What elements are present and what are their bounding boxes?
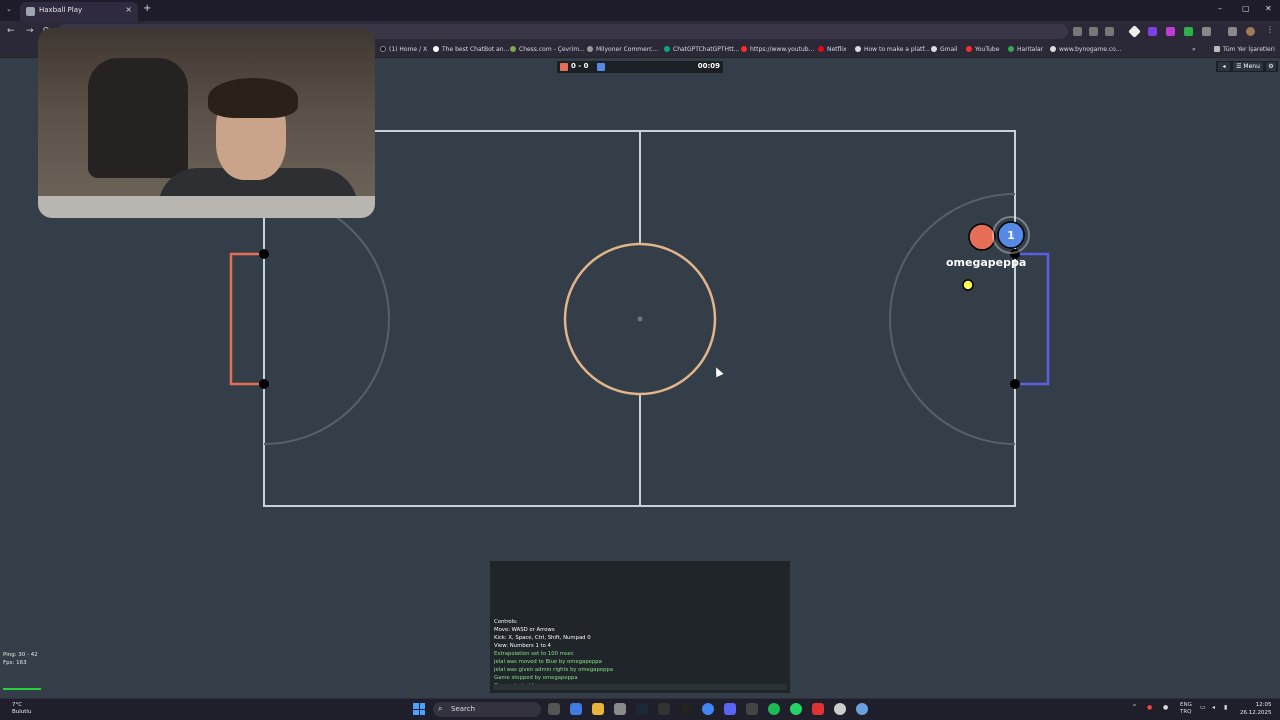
chat-message: Controls:	[494, 619, 518, 625]
tray-overflow-icon[interactable]: ^	[1132, 704, 1137, 711]
chat-message: Move: WASD or Arrows	[494, 627, 555, 633]
battery-icon[interactable]: ▮	[1224, 704, 1227, 711]
game-menu-bar: ◂ ☰ Menu ⚙	[1216, 61, 1278, 72]
discord-icon[interactable]	[724, 703, 736, 715]
app-icon[interactable]	[834, 703, 846, 715]
app-icon[interactable]	[614, 703, 626, 715]
app-icon[interactable]	[570, 703, 582, 715]
chat-message: Kick: X, Space, Ctrl, Shift, Numpad 0	[494, 635, 591, 641]
webcam-person-hair	[208, 78, 298, 118]
app-icon[interactable]	[746, 703, 758, 715]
system-clock[interactable]: 12:05 26.12.2025	[1240, 701, 1272, 717]
game-timer: 00:09	[697, 62, 720, 70]
lang-secondary: TRQ	[1180, 709, 1192, 715]
chat-log: Controls: Move: WASD or Arrows Kick: X, Sp…	[494, 618, 613, 690]
network-icon[interactable]: ▭	[1200, 704, 1206, 711]
scoreboard: 0 - 0 00:09	[557, 61, 723, 73]
chat-panel: Controls: Move: WASD or Arrows Kick: X, Sp…	[490, 561, 790, 693]
app-icon[interactable]	[680, 703, 692, 715]
whatsapp-icon[interactable]	[790, 703, 802, 715]
start-button[interactable]	[413, 703, 425, 715]
steam-icon[interactable]	[636, 703, 648, 715]
volume-icon[interactable]: ◂	[1212, 704, 1215, 711]
blue-goal-post-bottom	[1010, 379, 1020, 389]
weather-widget[interactable]: 7°C Bulutlu	[12, 702, 31, 716]
chrome-icon[interactable]	[702, 703, 714, 715]
tray-app-icon[interactable]: ●	[1147, 704, 1152, 711]
task-view-icon[interactable]	[548, 703, 560, 715]
fps-text: Fps: 163	[3, 660, 27, 666]
player-number: 1	[1007, 229, 1015, 242]
file-explorer-icon[interactable]	[592, 703, 604, 715]
chat-message: jelal was moved to Blue by omegapeppa	[494, 659, 602, 665]
chat-message: jelal was given admin rights by omegapep…	[494, 667, 614, 673]
player-name-label: omegapeppa	[946, 256, 1027, 269]
blue-team-icon	[597, 63, 605, 71]
weather-temp: 7°C	[12, 702, 23, 708]
chat-message: Game stopped by omegapeppa	[494, 675, 578, 681]
left-penalty-arc	[263, 193, 390, 445]
blue-goal	[1015, 252, 1050, 386]
webcam-desk	[38, 196, 375, 218]
microphone-icon[interactable]: ●	[1163, 704, 1168, 711]
menu-button[interactable]: ☰ Menu	[1233, 62, 1263, 71]
clock-date: 26.12.2025	[1240, 710, 1272, 716]
chat-message: Extrapolation set to 100 msec	[494, 651, 574, 657]
red-player-disc	[968, 223, 996, 251]
screen: ⌄ Haxball Play × + – ▢ ✕ ← → ⟳ ⋮ (1) Hom…	[0, 0, 1280, 720]
collapse-arrow-icon[interactable]: ◂	[1218, 62, 1230, 71]
search-label: Search	[451, 705, 476, 713]
ping-text: Ping: 30 - 42	[3, 652, 38, 658]
taskbar-search[interactable]: ⌕ Search	[433, 702, 541, 717]
red-goal	[229, 252, 264, 386]
app-icon[interactable]	[856, 703, 868, 715]
red-team-icon	[560, 63, 568, 71]
chat-message: View: Numbers 1 to 4	[494, 643, 551, 649]
app-icon[interactable]	[658, 703, 670, 715]
right-penalty-arc	[889, 193, 1016, 445]
chat-input[interactable]	[493, 684, 787, 690]
red-goal-post-top	[259, 249, 269, 259]
red-goal-post-bottom	[259, 379, 269, 389]
center-spot	[637, 316, 643, 322]
spotify-icon[interactable]	[768, 703, 780, 715]
language-indicator[interactable]: ENG TRQ	[1180, 702, 1192, 716]
score-text: 0 - 0	[571, 62, 589, 70]
search-icon: ⌕	[438, 704, 443, 713]
clock-time: 12:05	[1255, 702, 1272, 708]
windows-taskbar: 7°C Bulutlu ⌕ Search ^ ● ● ENG TRQ ▭ ◂ ▮	[0, 698, 1280, 720]
network-stats: Ping: 30 - 42 Fps: 163	[3, 651, 38, 667]
webcam-overlay	[38, 28, 375, 218]
ball	[962, 279, 974, 291]
lang-primary: ENG	[1180, 702, 1192, 708]
webcam-chair	[88, 58, 188, 178]
fps-graph	[3, 688, 41, 690]
weather-desc: Bulutlu	[12, 709, 32, 715]
settings-gear-icon[interactable]: ⚙	[1266, 62, 1276, 71]
app-icon[interactable]	[812, 703, 824, 715]
